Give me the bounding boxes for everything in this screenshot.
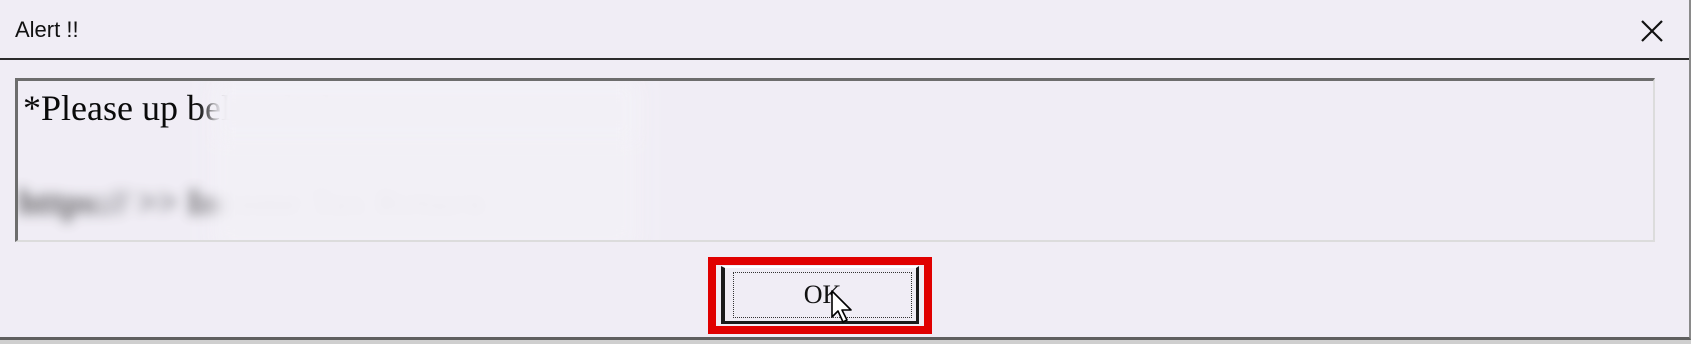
close-button[interactable] <box>1635 14 1669 48</box>
close-icon <box>1635 20 1669 52</box>
message-textarea[interactable]: *Please up below link https:// >> Income… <box>15 78 1655 242</box>
dialog-titlebar: Alert !! <box>0 0 1689 60</box>
dialog-title: Alert !! <box>15 17 79 42</box>
ok-button[interactable]: OK <box>721 266 919 324</box>
alert-dialog: Alert !! *Please up below link https:// … <box>0 0 1691 340</box>
mouse-pointer-icon <box>830 289 860 325</box>
ok-button-focus-ring: OK <box>733 272 912 318</box>
redaction-blur-top <box>216 81 636 141</box>
